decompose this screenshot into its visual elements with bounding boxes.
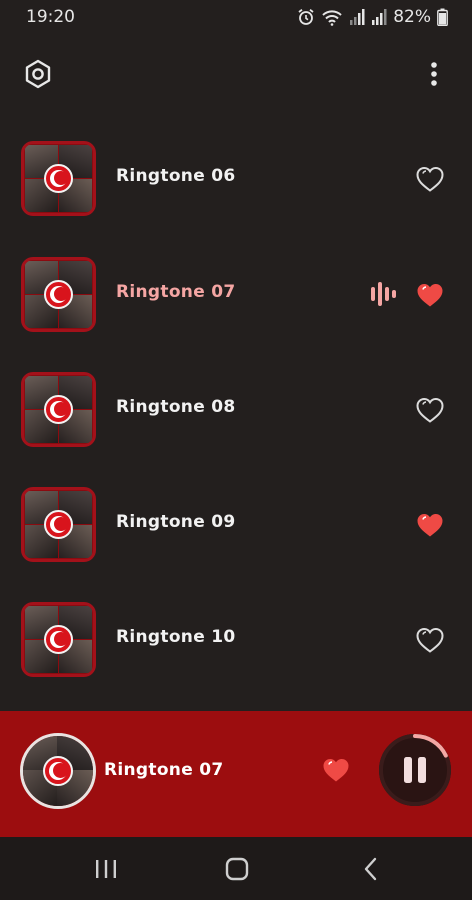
recent-apps-icon[interactable] bbox=[93, 856, 119, 882]
ringtone-title: Ringtone 07 bbox=[116, 282, 236, 302]
now-playing-bar[interactable]: Ringtone 07 bbox=[0, 711, 472, 837]
heart-filled-icon[interactable] bbox=[415, 511, 445, 539]
alarm-icon bbox=[297, 8, 315, 26]
signal-icon bbox=[349, 8, 365, 26]
heart-outline-icon[interactable] bbox=[415, 165, 445, 193]
now-playing-title: Ringtone 07 bbox=[104, 760, 224, 780]
play-pause-button[interactable] bbox=[377, 732, 453, 808]
home-icon[interactable] bbox=[224, 856, 250, 882]
flag-emblem-icon bbox=[44, 164, 73, 193]
ringtone-row[interactable]: Ringtone 08 bbox=[0, 351, 472, 451]
heart-outline-icon[interactable] bbox=[415, 626, 445, 654]
ringtone-title: Ringtone 09 bbox=[116, 512, 236, 532]
ringtone-row[interactable]: Ringtone 06 bbox=[0, 120, 472, 220]
back-icon[interactable] bbox=[358, 856, 384, 882]
flag-emblem-icon bbox=[44, 625, 73, 654]
ringtone-row[interactable]: Ringtone 10 bbox=[0, 581, 472, 681]
battery-icon bbox=[437, 8, 448, 26]
ringtone-row-playing[interactable]: Ringtone 07 bbox=[0, 236, 472, 336]
signal-icon-2 bbox=[371, 8, 387, 26]
battery-text: 82% bbox=[393, 7, 431, 27]
heart-outline-icon[interactable] bbox=[415, 396, 445, 424]
status-icons: 82% bbox=[297, 7, 448, 27]
heart-filled-icon[interactable] bbox=[415, 281, 445, 309]
ringtone-title: Ringtone 06 bbox=[116, 166, 236, 186]
flag-emblem-icon bbox=[44, 510, 73, 539]
status-time: 19:20 bbox=[26, 7, 75, 27]
now-playing-cover bbox=[20, 733, 96, 809]
flag-emblem-icon bbox=[43, 756, 73, 786]
app-toolbar bbox=[0, 52, 472, 96]
ringtone-thumbnail bbox=[21, 372, 96, 447]
wifi-icon bbox=[321, 8, 343, 26]
ringtone-thumbnail bbox=[21, 602, 96, 677]
ringtone-thumbnail bbox=[21, 141, 96, 216]
ringtone-thumbnail bbox=[21, 487, 96, 562]
heart-filled-icon[interactable] bbox=[321, 756, 351, 784]
more-vertical-icon[interactable] bbox=[424, 58, 444, 90]
status-bar: 19:20 82% bbox=[0, 0, 472, 34]
audio-wave-icon bbox=[368, 280, 398, 308]
ringtone-row[interactable]: Ringtone 09 bbox=[0, 466, 472, 566]
system-nav-bar bbox=[0, 837, 472, 900]
ringtone-title: Ringtone 10 bbox=[116, 627, 236, 647]
ringtone-title: Ringtone 08 bbox=[116, 397, 236, 417]
flag-emblem-icon bbox=[44, 280, 73, 309]
flag-emblem-icon bbox=[44, 395, 73, 424]
ringtone-thumbnail bbox=[21, 257, 96, 332]
settings-icon[interactable] bbox=[22, 58, 54, 90]
